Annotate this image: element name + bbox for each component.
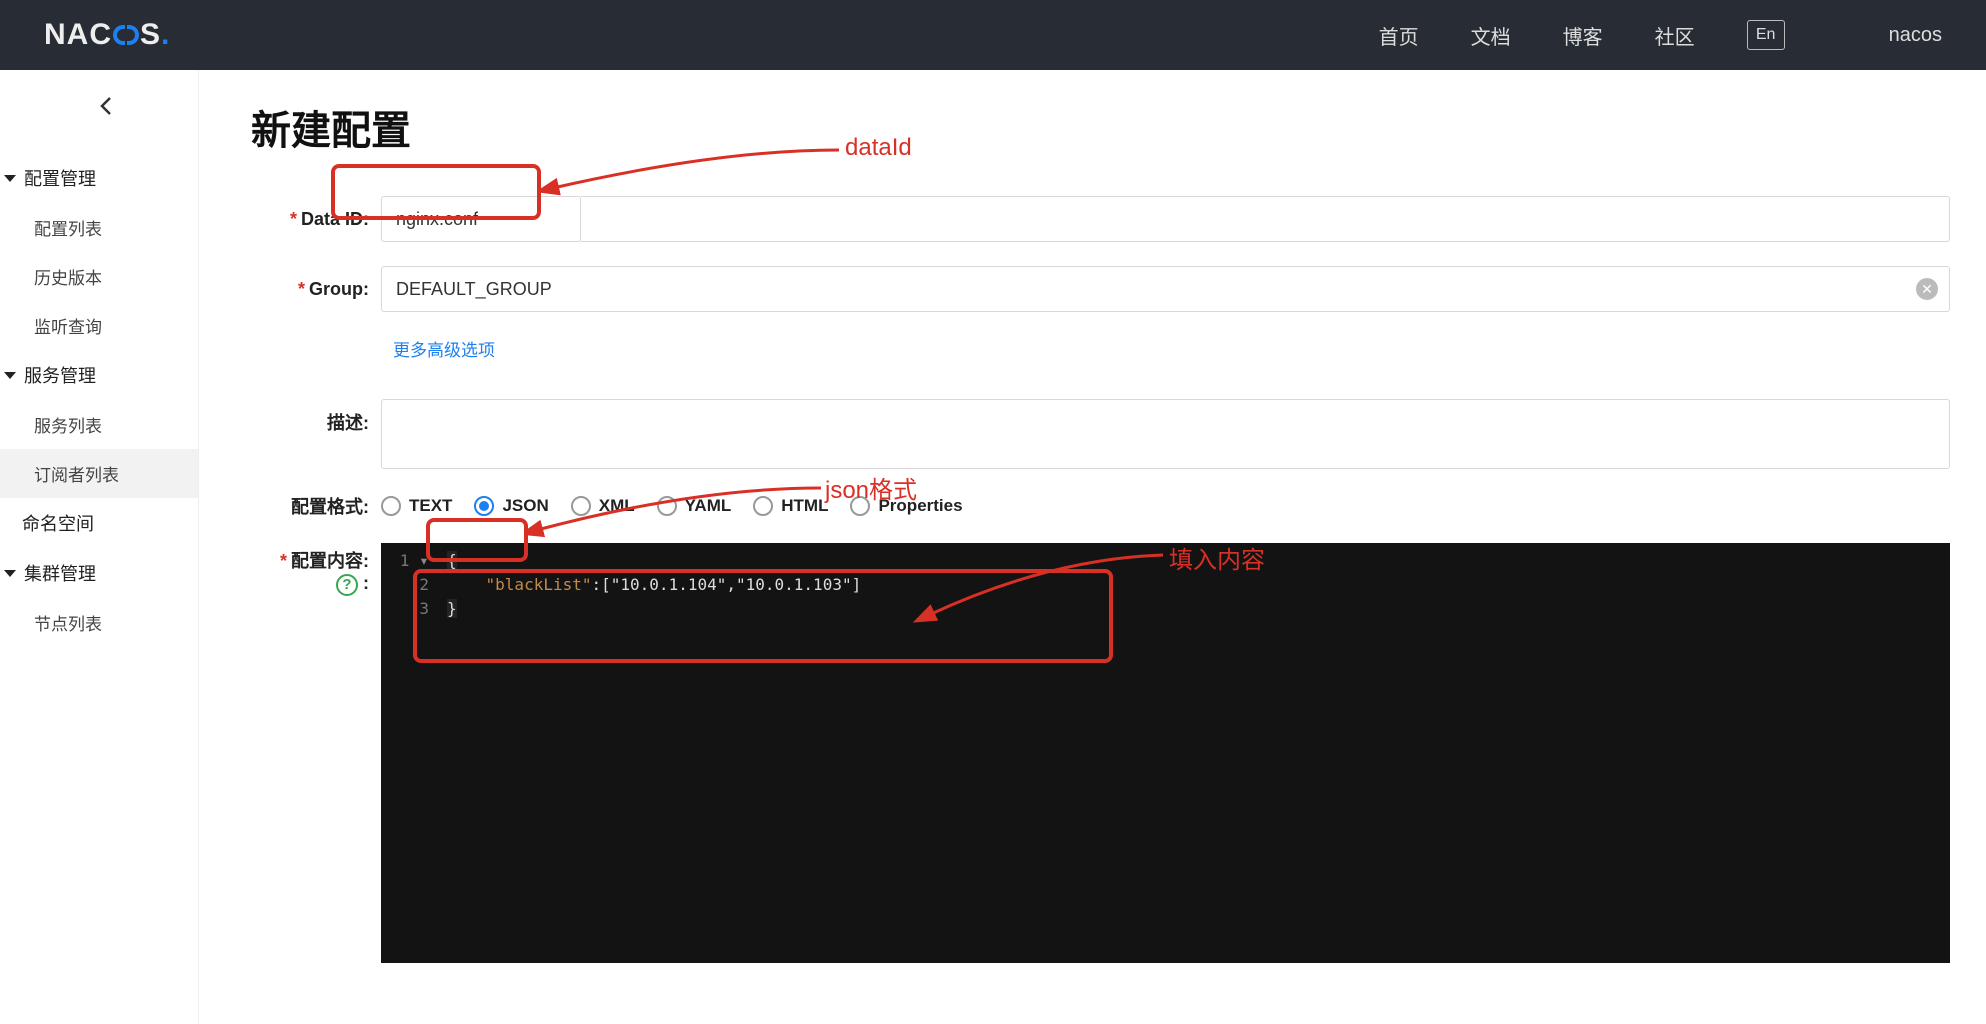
desc-textarea[interactable]	[381, 399, 1950, 469]
radio-properties[interactable]: Properties	[850, 496, 962, 516]
caret-down-icon	[4, 372, 16, 379]
radio-icon	[753, 496, 773, 516]
row-group: *Group: ✕	[251, 266, 1950, 312]
label-format: 配置格式:	[251, 493, 381, 519]
sidebar-item-service-list[interactable]: 服务列表	[0, 400, 198, 449]
logo-text: NAC	[44, 18, 112, 52]
sidebar-item-nodes[interactable]: 节点列表	[0, 598, 198, 647]
sidebar-group-label: 服务管理	[24, 362, 96, 388]
logo: NAC S.	[44, 18, 170, 52]
group-input-wrap: ✕	[381, 266, 1950, 312]
radio-yaml[interactable]: YAML	[657, 496, 732, 516]
radio-icon	[657, 496, 677, 516]
radio-json[interactable]: JSON	[474, 496, 548, 516]
radio-label: YAML	[685, 496, 732, 516]
row-format: 配置格式: TEXT JSON XML YAML HTML Properties	[251, 493, 1950, 519]
help-icon[interactable]: ?	[336, 574, 358, 596]
dataid-input[interactable]	[381, 196, 581, 242]
logo-text-2: S	[140, 18, 161, 52]
label-group: *Group:	[251, 279, 381, 300]
sidebar-back[interactable]	[0, 94, 198, 123]
label-dataid: *Data ID:	[251, 209, 381, 230]
logo-dot: .	[161, 18, 170, 52]
code-editor[interactable]: 1 ▾23 { "blackList":["10.0.1.104","10.0.…	[381, 543, 1950, 963]
sidebar-group-cluster[interactable]: 集群管理	[0, 548, 198, 598]
dataid-input-wrap	[381, 196, 581, 242]
radio-html[interactable]: HTML	[753, 496, 828, 516]
user-name[interactable]: nacos	[1889, 24, 1942, 47]
editor-code[interactable]: { "blackList":["10.0.1.104","10.0.1.103"…	[437, 543, 1950, 963]
radio-label: TEXT	[409, 496, 452, 516]
editor-gutter: 1 ▾23	[381, 543, 437, 963]
radio-icon	[850, 496, 870, 516]
label-desc: 描述:	[251, 399, 381, 435]
radio-icon	[474, 496, 494, 516]
chevron-left-icon	[95, 94, 119, 118]
lang-toggle[interactable]: En	[1747, 20, 1785, 50]
sidebar-item-label: 命名空间	[22, 510, 94, 536]
sidebar-group-label: 配置管理	[24, 165, 96, 191]
sidebar-group-config[interactable]: 配置管理	[0, 153, 198, 203]
sidebar-item-config-list[interactable]: 配置列表	[0, 203, 198, 252]
nav-community[interactable]: 社区	[1655, 21, 1695, 50]
radio-label: Properties	[878, 496, 962, 516]
radio-label: JSON	[502, 496, 548, 516]
sidebar-item-listener[interactable]: 监听查询	[0, 301, 198, 350]
radio-icon	[571, 496, 591, 516]
nav-home[interactable]: 首页	[1379, 21, 1419, 50]
main: 新建配置 *Data ID: *Group: ✕ 更多高级选项 描述: 配置格式…	[199, 70, 1986, 1024]
nav-links: 首页 文档 博客 社区 En nacos	[1379, 20, 1942, 50]
row-dataid: *Data ID:	[251, 196, 1950, 242]
radio-icon	[381, 496, 401, 516]
row-desc: 描述:	[251, 399, 1950, 469]
sidebar-group-service[interactable]: 服务管理	[0, 350, 198, 400]
group-input[interactable]	[381, 266, 1950, 312]
dataid-input-ext[interactable]	[581, 196, 1950, 242]
page-title: 新建配置	[251, 98, 1950, 156]
sidebar-group-label: 集群管理	[24, 560, 96, 586]
more-advanced-link[interactable]: 更多高级选项	[393, 336, 495, 361]
caret-down-icon	[4, 570, 16, 577]
label-content: *配置内容: ? :	[251, 543, 381, 596]
sidebar-item-history[interactable]: 历史版本	[0, 252, 198, 301]
clear-icon[interactable]: ✕	[1916, 278, 1938, 300]
radio-text[interactable]: TEXT	[381, 496, 452, 516]
radio-label: XML	[599, 496, 635, 516]
nav-docs[interactable]: 文档	[1471, 21, 1511, 50]
radio-label: HTML	[781, 496, 828, 516]
caret-down-icon	[4, 175, 16, 182]
sidebar: 配置管理 配置列表 历史版本 监听查询 服务管理 服务列表 订阅者列表 命名空间…	[0, 70, 199, 1024]
nav-blog[interactable]: 博客	[1563, 21, 1603, 50]
topbar: NAC S. 首页 文档 博客 社区 En nacos	[0, 0, 1986, 70]
row-content: *配置内容: ? : 1 ▾23 { "blackList":["10.0.1.…	[251, 543, 1950, 963]
sidebar-item-subscribers[interactable]: 订阅者列表	[0, 449, 198, 498]
sidebar-item-namespace[interactable]: 命名空间	[0, 498, 198, 548]
radio-xml[interactable]: XML	[571, 496, 635, 516]
format-radios: TEXT JSON XML YAML HTML Properties	[381, 496, 963, 516]
